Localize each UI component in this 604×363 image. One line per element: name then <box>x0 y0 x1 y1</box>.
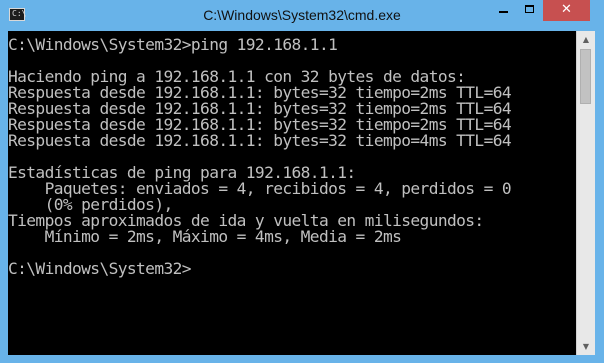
window-frame-right <box>595 31 604 363</box>
console-line: Respuesta desde 192.168.1.1: bytes=32 ti… <box>8 131 512 150</box>
minimize-button[interactable] <box>490 0 517 21</box>
maximize-icon <box>525 5 534 13</box>
console-line: Mínimo = 2ms, Máximo = 4ms, Media = 2ms <box>8 227 402 246</box>
scroll-down-icon[interactable]: ▼ <box>577 338 595 355</box>
console-output: C:\Windows\System32>ping 192.168.1.1 Haci… <box>8 35 512 278</box>
scroll-thumb[interactable] <box>580 49 591 104</box>
maximize-button[interactable] <box>517 0 543 21</box>
command-prompt: C:\Windows\System32> <box>8 259 192 278</box>
window-frame-bottom <box>0 355 604 363</box>
cmd-icon[interactable]: C:\ <box>9 8 27 21</box>
title-bar[interactable]: C:\ C:\Windows\System32\cmd.exe ✕ <box>0 0 604 31</box>
vertical-scrollbar[interactable]: ▲ ▼ <box>576 31 595 355</box>
close-button[interactable]: ✕ <box>543 0 590 21</box>
close-icon: ✕ <box>561 2 572 17</box>
console-line: C:\Windows\System32>ping 192.168.1.1 <box>8 35 338 54</box>
cmd-icon-glyph: C:\ <box>12 9 27 18</box>
minimize-icon <box>499 11 508 13</box>
cmd-window: C:\ C:\Windows\System32\cmd.exe ✕ C:\Win… <box>0 0 604 363</box>
scroll-up-icon[interactable]: ▲ <box>577 31 595 48</box>
console-area[interactable]: C:\Windows\System32>ping 192.168.1.1 Haci… <box>8 31 576 355</box>
